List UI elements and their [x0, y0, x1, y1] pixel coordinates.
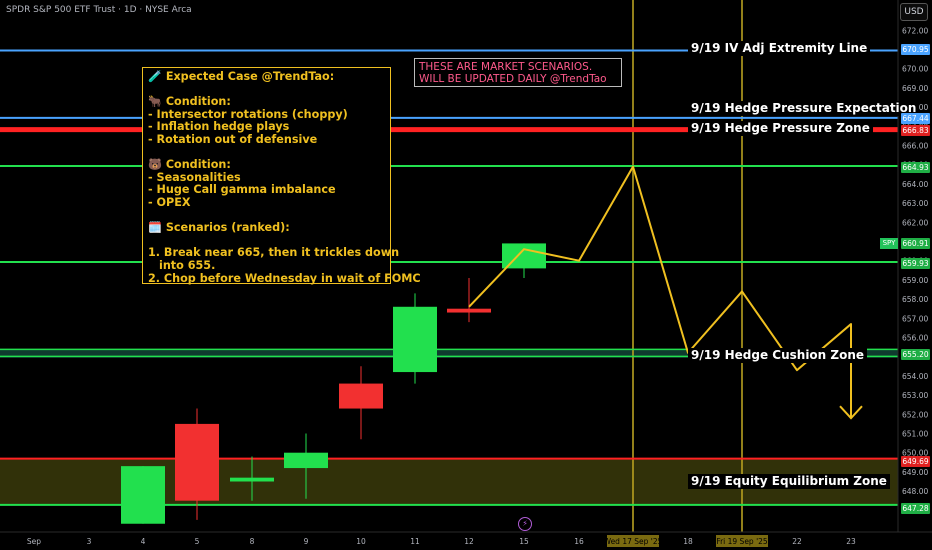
symbol-header: SPDR S&P 500 ETF Trust · 1D · NYSE Arca — [6, 5, 192, 15]
hedge-zone-label: 9/19 Hedge Pressure Zone — [688, 121, 873, 136]
candle-body[interactable] — [447, 308, 491, 313]
scenario-note-text: THESE ARE MARKET SCENARIOS. WILL BE UPDA… — [419, 61, 607, 85]
candle-body[interactable] — [393, 306, 437, 373]
y-tick-label: 657.00 — [902, 314, 928, 323]
price-badge-cushion: 655.20 — [901, 349, 930, 360]
y-tick-label: 651.00 — [902, 430, 928, 439]
y-tick-label: 672.00 — [902, 26, 928, 35]
price-badge-equity-top: 649.69 — [901, 456, 930, 467]
equity-equilibrium-label: 9/19 Equity Equilibrium Zone — [688, 474, 890, 489]
y-tick-label: 658.00 — [902, 295, 928, 304]
x-tick-label: 23 — [846, 537, 856, 546]
analysis-line: 🧪 Expected Case @TrendTao: — [148, 70, 335, 83]
analysis-line: - Rotation out of defensive — [148, 132, 318, 146]
x-tick-label: 18 — [683, 537, 693, 546]
y-tick-label: 670.00 — [902, 65, 928, 74]
projection-path — [468, 165, 852, 419]
price-badge-green-mid: 659.93 — [901, 258, 930, 269]
candle-body[interactable] — [284, 452, 328, 469]
x-tick-label: 3 — [87, 537, 92, 546]
y-tick-label: 648.00 — [902, 487, 928, 496]
y-tick-label: 666.00 — [902, 142, 928, 151]
candle-body[interactable] — [230, 477, 274, 482]
x-tick-label: 5 — [195, 537, 200, 546]
price-badge-hedge-zone: 666.83 — [901, 125, 930, 136]
x-tick-label: 10 — [356, 537, 366, 546]
x-tick-label: 12 — [464, 537, 474, 546]
x-tick-label: 11 — [410, 537, 420, 546]
iv-extremity-label: 9/19 IV Adj Extremity Line — [688, 41, 871, 56]
y-tick-label: 664.00 — [902, 180, 928, 189]
analysis-line: 🐻 Condition: — [148, 158, 231, 172]
x-tick-label: 4 — [141, 537, 146, 546]
analysis-line: 🗓️ Scenarios (ranked): — [148, 221, 290, 235]
y-tick-label: 653.00 — [902, 391, 928, 400]
y-tick-label: 656.00 — [902, 334, 928, 343]
x-tick-label: 22 — [792, 537, 802, 546]
hedge-expectation-label: 9/19 Hedge Pressure Expectation — [688, 101, 920, 116]
y-tick-label: 649.00 — [902, 468, 928, 477]
chart-window: 647.00648.00649.00650.00651.00652.00653.… — [0, 0, 932, 550]
spy-symbol-tag: SPY — [880, 238, 898, 249]
price-badge-equity-bottom: 647.28 — [901, 503, 930, 514]
event-marker-icon[interactable]: ⚡ — [518, 517, 532, 531]
x-tick-label: Sep — [27, 537, 41, 546]
analysis-line: 🐂 Condition: — [148, 95, 231, 109]
x-tick-label: 15 — [519, 537, 529, 546]
price-badge-iv-extremity: 670.95 — [901, 44, 930, 55]
y-tick-label: 654.00 — [902, 372, 928, 381]
price-badge-spy-last: 660.91 — [901, 238, 930, 249]
candle-body[interactable] — [175, 423, 219, 501]
x-tick-label: 8 — [250, 537, 255, 546]
x-tick-label: 9 — [304, 537, 309, 546]
analysis-line: 2. Chop before Wednesday in wait of FOMC — [148, 271, 421, 285]
hedge-cushion-label: 9/19 Hedge Cushion Zone — [688, 348, 868, 363]
candle-body[interactable] — [121, 466, 165, 524]
y-tick-label: 662.00 — [902, 218, 928, 227]
analysis-line: - OPEX — [148, 195, 191, 209]
y-tick-label: 663.00 — [902, 199, 928, 208]
scenario-note: THESE ARE MARKET SCENARIOS. WILL BE UPDA… — [414, 58, 622, 87]
candle-body[interactable] — [339, 383, 383, 409]
price-badge-hedge-expectation: 667.44 — [901, 113, 930, 124]
analysis-line: into 655. — [159, 258, 216, 272]
y-tick-label: 659.00 — [902, 276, 928, 285]
y-tick-label: 652.00 — [902, 410, 928, 419]
price-badge-green-upper: 664.93 — [901, 162, 930, 173]
x-tick-label: Wed 17 Sep '25 — [604, 537, 663, 546]
analysis-note: 🧪 Expected Case @TrendTao: 🐂 Condition: - … — [142, 67, 421, 285]
currency-button[interactable]: USD — [900, 3, 928, 21]
y-tick-label: 669.00 — [902, 84, 928, 93]
x-tick-label: Fri 19 Sep '25 — [716, 537, 768, 546]
x-tick-label: 16 — [574, 537, 584, 546]
